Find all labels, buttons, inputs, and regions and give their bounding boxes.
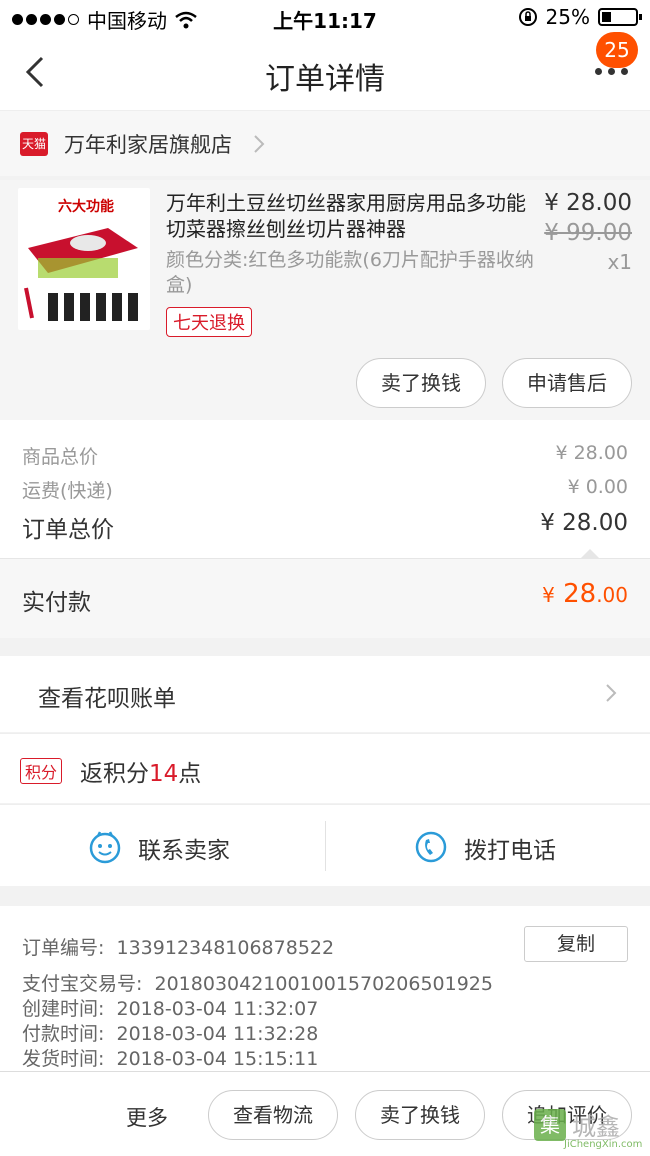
store-name: 万年利家居旗舰店 [64, 133, 232, 157]
paid-value: ¥ 28.00 [542, 579, 628, 609]
shipped-time: 2018-03-04 15:15:11 [116, 1048, 319, 1070]
paid-decimal: .00 [596, 583, 628, 607]
order-item[interactable]: 六大功能 万年利土豆丝切丝器家用厨房用品多功能切菜器擦丝刨丝切片器神器 颜色分类… [0, 180, 650, 420]
product-image[interactable]: 六大功能 [18, 188, 150, 330]
created-time: 2018-03-04 11:32:07 [116, 998, 319, 1020]
order-number: 133912348106878522 [116, 937, 335, 959]
watermark-text: 城鑫 [572, 1113, 620, 1141]
shipping-value: ¥ 0.00 [567, 476, 628, 498]
goods-total-label: 商品总价 [22, 446, 99, 468]
copy-button[interactable]: 复制 [524, 926, 628, 962]
order-total-label: 订单总价 [22, 517, 114, 543]
paid-integer: 28 [563, 579, 597, 609]
item-original-price: ¥ 99.00 [544, 220, 632, 246]
more-button[interactable]: 更多 [126, 1102, 168, 1132]
paid-currency: ¥ [542, 583, 555, 607]
shipped-line: 发货时间: 2018-03-04 15:15:11 [22, 1044, 318, 1071]
product-image-label: 六大功能 [58, 199, 114, 215]
price-summary: 商品总价 ¥ 28.00 运费(快递) ¥ 0.00 订单总价 ¥ 28.00 … [0, 420, 650, 638]
order-info: 订单编号: 133912348106878522 复制 支付宝交易号: 2018… [0, 906, 650, 1071]
return-policy-badge: 七天退换 [166, 307, 252, 337]
chat-icon [89, 831, 121, 864]
sell-button[interactable]: 卖了换钱 [356, 358, 486, 408]
product-variant: 颜色分类:红色多功能款(6刀片配护手器收纳盒) [166, 249, 534, 296]
call-button[interactable]: 拨打电话 [326, 805, 650, 887]
created-line: 创建时间: 2018-03-04 11:32:07 [22, 994, 318, 1021]
points-value: 14 [149, 761, 179, 787]
page-title: 订单详情 [265, 62, 385, 97]
points-text: 返积分14点 [80, 754, 201, 788]
chevron-right-icon [606, 684, 617, 702]
status-bar: 中国移动 上午11:17 25% [0, 0, 650, 36]
notch-icon [580, 549, 600, 559]
more-menu-button[interactable] [595, 68, 628, 75]
after-sale-button[interactable]: 申请售后 [502, 358, 632, 408]
rotation-lock-icon [518, 8, 537, 26]
paid-amount-row: 实付款 ¥ 28.00 [0, 549, 650, 638]
tmall-logo-icon: 天猫 [20, 132, 48, 156]
points-tag: 积分 [20, 758, 63, 784]
alipay-label: 支付宝交易号: [22, 973, 143, 995]
nav-bar: 订单详情 25 [0, 32, 650, 110]
store-row[interactable]: 天猫 万年利家居旗舰店 [0, 110, 650, 176]
shipped-label: 发货时间: [22, 1048, 105, 1070]
alipay-line: 支付宝交易号: 2018030421001001570206501925 [22, 969, 493, 996]
item-quantity: x1 [607, 250, 632, 274]
order-total-value: ¥ 28.00 [540, 510, 628, 536]
huabei-label: 查看花呗账单 [38, 686, 176, 712]
paid-time: 2018-03-04 11:32:28 [116, 1023, 319, 1045]
status-right: 25% [518, 5, 642, 29]
battery-percent: 25% [545, 5, 590, 29]
paid-time-label: 付款时间: [22, 1023, 105, 1045]
paid-label: 实付款 [22, 590, 91, 616]
product-title[interactable]: 万年利土豆丝切丝器家用厨房用品多功能切菜器擦丝刨丝切片器神器 [166, 190, 536, 242]
created-label: 创建时间: [22, 998, 105, 1020]
watermark-sub: JiChengXin.com [564, 1139, 643, 1150]
alipay-number: 2018030421001001570206501925 [154, 973, 493, 995]
watermark: 集 城鑫 JiChengXin.com [534, 1105, 646, 1151]
order-number-label: 订单编号: [22, 937, 105, 959]
points-prefix: 返积分 [80, 761, 149, 787]
huabei-bill-row[interactable]: 查看花呗账单 [0, 656, 650, 732]
chevron-right-icon [254, 135, 265, 153]
goods-total-value: ¥ 28.00 [555, 442, 628, 464]
watermark-logo-icon: 集 [534, 1109, 566, 1141]
points-suffix: 点 [178, 761, 202, 787]
item-price: ¥ 28.00 [544, 190, 632, 216]
call-label: 拨打电话 [464, 838, 556, 864]
view-logistics-button[interactable]: 查看物流 [208, 1090, 338, 1140]
phone-icon [415, 831, 447, 863]
battery-icon [598, 8, 642, 26]
shipping-label: 运费(快递) [22, 480, 113, 502]
order-number-line: 订单编号: 133912348106878522 [22, 933, 334, 960]
sell-button-bottom[interactable]: 卖了换钱 [355, 1090, 485, 1140]
notification-badge: 25 [596, 32, 638, 68]
contact-seller-button[interactable]: 联系卖家 [0, 805, 325, 887]
contact-row: 联系卖家 拨打电话 [0, 804, 650, 886]
paid-time-line: 付款时间: 2018-03-04 11:32:28 [22, 1019, 318, 1046]
contact-seller-label: 联系卖家 [138, 838, 230, 864]
points-row: 积分 返积分14点 [0, 733, 650, 803]
